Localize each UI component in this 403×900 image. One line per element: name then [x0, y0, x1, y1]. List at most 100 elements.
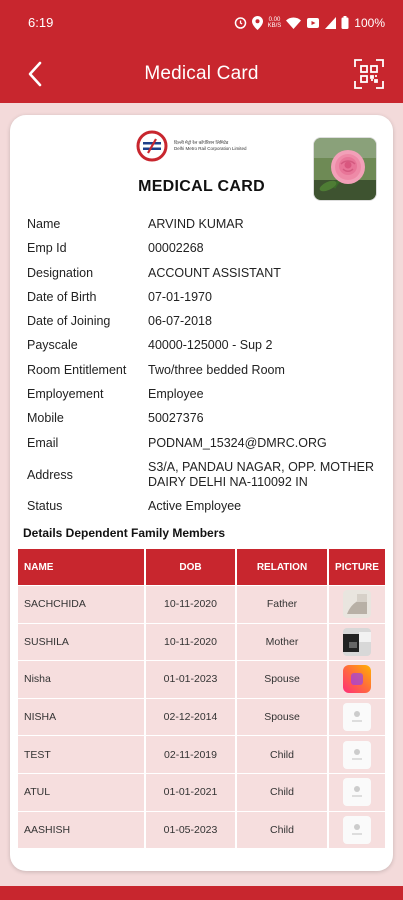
table-row[interactable]: Nisha 01-01-2023 Spouse: [18, 660, 385, 698]
network-speed: 0.00 KB/S: [267, 16, 282, 29]
cell-name: SACHCHIDA: [18, 586, 146, 623]
info-label: Payscale: [27, 338, 78, 353]
table-row[interactable]: TEST 02-11-2019 Child: [18, 735, 385, 773]
info-value: ACCOUNT ASSISTANT: [148, 265, 281, 280]
info-row-employment: Employement Employee: [27, 383, 387, 407]
info-label: Mobile: [27, 411, 64, 426]
info-row-room: Room Entitlement Two/three bedded Room: [27, 359, 387, 383]
battery-icon: [341, 16, 349, 29]
dependent-photo-placeholder[interactable]: [343, 740, 371, 769]
cell-picture: [329, 661, 385, 698]
cell-relation: Father: [237, 586, 329, 623]
info-label: Email: [27, 435, 59, 450]
cell-dob: 10-11-2020: [146, 623, 237, 661]
info-label: Address: [27, 468, 73, 483]
battery-percent: 100%: [354, 15, 385, 30]
cell-relation: Spouse: [237, 661, 329, 698]
alarm-icon: [234, 17, 246, 29]
info-row-dob: Date of Birth 07-01-1970: [27, 286, 387, 310]
dependents-table: NAME DOB RELATION PICTURE SACHCHIDA 10-1…: [18, 549, 385, 849]
table-header: NAME DOB RELATION PICTURE: [18, 549, 385, 585]
cell-name: SUSHILA: [18, 623, 146, 661]
qr-scan-icon: [354, 59, 384, 89]
status-bar: 6:19 0.00 KB/S 100%: [0, 0, 403, 45]
info-label: Employement: [27, 387, 104, 402]
qr-scan-button[interactable]: [353, 58, 385, 90]
info-row-address: Address S3/A, PANDAU NAGAR, OPP. MOTHER D…: [27, 456, 387, 495]
cell-relation: Mother: [237, 623, 329, 661]
status-time: 6:19: [28, 15, 54, 30]
cell-name: NISHA: [18, 698, 146, 736]
app-bar: Medical Card: [0, 45, 403, 103]
info-label: Status: [27, 498, 63, 513]
back-button[interactable]: [20, 59, 50, 89]
table-row[interactable]: NISHA 02-12-2014 Spouse: [18, 697, 385, 736]
column-header-name: NAME: [18, 549, 146, 585]
cell-dob: 01-01-2023: [146, 661, 237, 698]
info-row-designation: Designation ACCOUNT ASSISTANT: [27, 262, 387, 286]
table-row[interactable]: SACHCHIDA 10-11-2020 Father: [18, 585, 385, 623]
cell-picture: [329, 811, 385, 849]
info-value: Employee: [148, 387, 204, 402]
cast-icon: [307, 17, 320, 28]
cell-name: AASHISH: [18, 811, 146, 849]
info-label: Date of Birth: [27, 289, 97, 304]
dmrc-logo: दिल्ली मेट्रो रेल कॉर्पोरेशन लिमिटेड Del…: [136, 129, 266, 163]
table-row[interactable]: SUSHILA 10-11-2020 Mother: [18, 622, 385, 661]
info-label: Date of Joining: [27, 314, 111, 329]
info-label: Name: [27, 217, 61, 231]
cell-dob: 10-11-2020: [146, 586, 237, 623]
info-value: PODNAM_15324@DMRC.ORG: [148, 435, 327, 450]
info-row-emp-id: Emp Id 00002268: [27, 237, 387, 261]
dependent-photo-placeholder[interactable]: [343, 815, 371, 844]
dependent-photo[interactable]: [343, 627, 371, 656]
signal-icon: [325, 16, 337, 29]
info-value: 50027376: [148, 411, 204, 426]
wifi-icon: [286, 17, 302, 29]
info-row-payscale: Payscale 40000-125000 - Sup 2: [27, 334, 387, 358]
medical-card: दिल्ली मेट्रो रेल कॉर्पोरेशन लिमिटेड Del…: [10, 115, 393, 871]
cell-name: ATUL: [18, 773, 146, 811]
table-row[interactable]: AASHISH 01-05-2023 Child: [18, 810, 385, 849]
cell-dob: 01-01-2021: [146, 773, 237, 811]
cell-name: Nisha: [18, 661, 146, 698]
dependent-photo[interactable]: [343, 590, 371, 619]
info-value: ARVIND KUMAR: [148, 217, 244, 231]
dependent-photo-placeholder[interactable]: [343, 778, 371, 807]
info-value: 07-01-1970: [148, 289, 212, 304]
dependent-photo[interactable]: [343, 665, 371, 694]
column-header-picture: PICTURE: [329, 549, 385, 585]
info-row-name: Name ARVIND KUMAR: [27, 213, 387, 237]
column-header-relation: RELATION: [237, 549, 329, 585]
info-value: 40000-125000 - Sup 2: [148, 338, 273, 353]
column-header-dob: DOB: [146, 549, 237, 585]
cell-dob: 01-05-2023: [146, 811, 237, 849]
page-title: Medical Card: [144, 63, 259, 84]
info-label: Designation: [27, 265, 94, 280]
cell-picture: [329, 773, 385, 811]
info-value: Active Employee: [148, 498, 242, 513]
location-icon: [251, 15, 263, 30]
info-label: Emp Id: [27, 241, 67, 256]
cell-relation: Child: [237, 811, 329, 849]
info-row-status: Status Active Employee: [27, 495, 387, 519]
org-name: दिल्ली मेट्रो रेल कॉर्पोरेशन लिमिटेड Del…: [174, 140, 247, 152]
cell-picture: [329, 698, 385, 736]
cell-picture: [329, 586, 385, 623]
info-label: Room Entitlement: [27, 362, 127, 377]
info-value: Two/three bedded Room: [148, 362, 285, 377]
cell-relation: Child: [237, 773, 329, 811]
info-row-mobile: Mobile 50027376: [27, 407, 387, 431]
cell-picture: [329, 736, 385, 773]
dependent-photo-placeholder[interactable]: [343, 703, 371, 732]
table-row[interactable]: ATUL 01-01-2021 Child: [18, 772, 385, 811]
info-value: S3/A, PANDAU NAGAR, OPP. MOTHER DAIRY DE…: [148, 460, 374, 490]
chevron-left-icon: [28, 61, 42, 87]
info-value: 06-07-2018: [148, 314, 212, 329]
employee-info: Name ARVIND KUMAR Emp Id 00002268 Designat…: [27, 213, 387, 519]
cell-dob: 02-11-2019: [146, 736, 237, 773]
cell-relation: Child: [237, 736, 329, 773]
cell-dob: 02-12-2014: [146, 698, 237, 736]
cell-relation: Spouse: [237, 698, 329, 736]
info-value: 00002268: [148, 241, 204, 256]
